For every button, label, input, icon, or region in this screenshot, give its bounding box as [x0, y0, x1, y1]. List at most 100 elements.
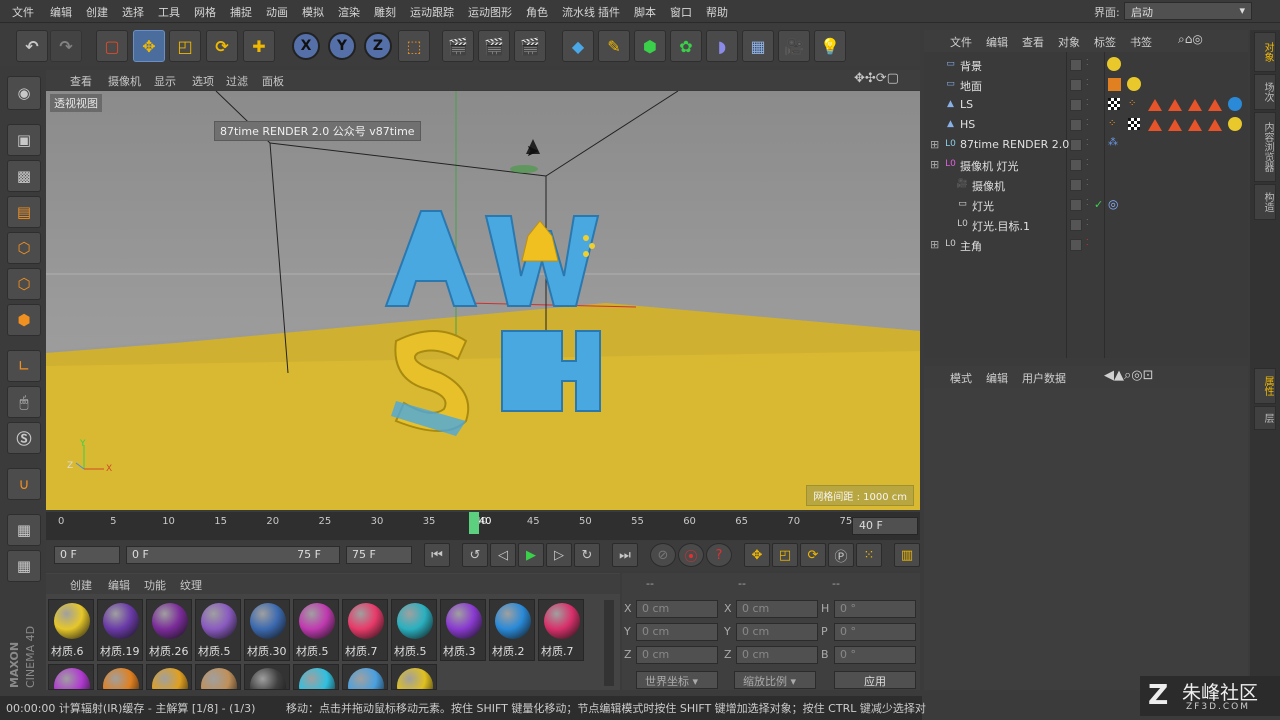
perspective-viewport[interactable]: 透视视图 87time RENDER 2.0 公众号 v87time Y X Z…: [46, 91, 920, 510]
material-tag-icon[interactable]: [1228, 97, 1242, 111]
vp-menu-camera[interactable]: 摄像机: [108, 73, 141, 89]
expand-icon[interactable]: ⊞: [930, 138, 939, 151]
interface-select[interactable]: 启动 ▾: [1124, 2, 1252, 20]
render-view-button[interactable]: 🎬: [442, 30, 474, 62]
menu-item-18[interactable]: 帮助: [706, 4, 728, 20]
material-tag-icon[interactable]: [1127, 77, 1141, 91]
layer-toggle[interactable]: [1070, 59, 1082, 71]
tab-takes[interactable]: 场次: [1254, 74, 1276, 110]
snap-button[interactable]: Ⓢ: [7, 422, 41, 454]
xpresso-tag-icon[interactable]: ⁂: [1108, 137, 1118, 148]
visibility-dots-icon[interactable]: ⁚: [1086, 138, 1089, 147]
phong-tag-icon[interactable]: ⁘: [1108, 118, 1120, 130]
menu-item-17[interactable]: 窗口: [670, 4, 692, 20]
visibility-dots-icon[interactable]: ⁚: [1086, 78, 1089, 87]
polygon-mode-button[interactable]: ⬢: [7, 304, 41, 336]
phong-tag-icon[interactable]: ⁘: [1128, 98, 1140, 110]
mat-menu-edit[interactable]: 编辑: [108, 577, 130, 593]
tab-structure[interactable]: 构造: [1254, 184, 1276, 220]
go-to-start-button[interactable]: ⏮: [424, 543, 450, 567]
frame-range-slider[interactable]: 0 F 75 F: [126, 546, 340, 564]
visibility-dots-icon[interactable]: ⁚: [1086, 198, 1089, 207]
key-position-button[interactable]: ✥: [744, 543, 770, 567]
menu-item-1[interactable]: 编辑: [50, 4, 72, 20]
visibility-dots-icon[interactable]: ⁚: [1086, 178, 1089, 187]
render-settings-button[interactable]: 🎬: [514, 30, 546, 62]
triangle-tag-icon[interactable]: [1168, 99, 1182, 111]
object-row[interactable]: ▭ 灯光 ⁚ ✓: [924, 195, 1248, 215]
material-swatch[interactable]: 材质.5: [391, 599, 437, 661]
x-axis-button[interactable]: X: [292, 32, 320, 60]
visibility-dots-icon[interactable]: ⁚: [1086, 118, 1089, 127]
menu-item-2[interactable]: 创建: [86, 4, 108, 20]
point-mode-button[interactable]: ⬡: [7, 232, 41, 264]
coordinate-system-button[interactable]: ⬚: [398, 30, 430, 62]
subdivision-button[interactable]: ⬢: [634, 30, 666, 62]
pen-tool-button[interactable]: ✎: [598, 30, 630, 62]
layer-toggle[interactable]: [1070, 219, 1082, 231]
menu-item-5[interactable]: 网格: [194, 4, 216, 20]
menu-item-6[interactable]: 捕捉: [230, 4, 252, 20]
layer-toggle[interactable]: [1070, 239, 1082, 251]
camera-button[interactable]: 🎥: [778, 30, 810, 62]
texture-mode-button[interactable]: ▩: [7, 160, 41, 192]
layer-toggle[interactable]: [1070, 139, 1082, 151]
object-row[interactable]: ▭ 地面 ⁚: [924, 75, 1248, 95]
coord-field[interactable]: 0 cm: [736, 600, 818, 618]
coord-field[interactable]: 0 °: [834, 646, 916, 664]
menu-item-15[interactable]: 插件: [598, 4, 620, 20]
material-swatch[interactable]: [391, 664, 437, 690]
magnet-button[interactable]: ∪: [7, 468, 41, 500]
triangle-tag-icon[interactable]: [1188, 119, 1202, 131]
object-row[interactable]: ⊞ L0 87time RENDER 2.0 ⁚: [924, 135, 1248, 155]
layer-toggle[interactable]: [1070, 199, 1082, 211]
target-tag-icon[interactable]: ◎: [1108, 197, 1118, 211]
play-button[interactable]: ▶: [518, 543, 544, 567]
next-key-button[interactable]: ↻: [574, 543, 600, 567]
material-swatch[interactable]: 材质.2: [489, 599, 535, 661]
material-swatch[interactable]: 材质.6: [48, 599, 94, 661]
lock-workplane-button[interactable]: ▦: [7, 514, 41, 546]
key-param-button[interactable]: Ⓟ: [828, 543, 854, 567]
checker-tag-icon[interactable]: [1108, 98, 1120, 110]
attr-menu-mode[interactable]: 模式: [950, 370, 972, 386]
coord-field[interactable]: 0 cm: [636, 646, 718, 664]
menu-item-14[interactable]: 流水线: [562, 4, 595, 20]
key-pla-button[interactable]: ⁙: [856, 543, 882, 567]
menu-item-13[interactable]: 角色: [526, 4, 548, 20]
material-swatch[interactable]: [97, 664, 143, 690]
vp-menu-options[interactable]: 选项: [192, 73, 214, 89]
next-frame-button[interactable]: ▷: [546, 543, 572, 567]
attr-menu-userdata[interactable]: 用户数据: [1022, 370, 1066, 386]
triangle-tag-icon[interactable]: [1148, 119, 1162, 131]
enabled-check-icon[interactable]: ✓: [1094, 198, 1103, 211]
make-editable-button[interactable]: ◉: [7, 76, 41, 110]
mat-menu-function[interactable]: 功能: [144, 577, 166, 593]
visibility-dots-icon[interactable]: ⁚: [1086, 238, 1089, 247]
timeline[interactable]: 0 5 10 15 20 25 30 35 40 45 50 55 60 65 70 75 40: [46, 512, 920, 540]
end-frame-field[interactable]: 75 F: [346, 546, 412, 564]
apply-button[interactable]: 应用: [834, 671, 916, 689]
object-row[interactable]: L0 灯光.目标.1 ⁚: [924, 215, 1248, 235]
menu-item-9[interactable]: 渲染: [338, 4, 360, 20]
key-rotation-button[interactable]: ⟳: [800, 543, 826, 567]
redo-button[interactable]: ↷: [50, 30, 82, 62]
layer-toggle[interactable]: [1070, 159, 1082, 171]
scale-tool-button[interactable]: ◰: [169, 30, 201, 62]
tab-objects[interactable]: 对象: [1254, 32, 1276, 72]
axis-mode-button[interactable]: ∟: [7, 350, 41, 382]
object-row[interactable]: ⊞ L0 摄像机 灯光 ⁚: [924, 155, 1248, 175]
layer-toggle[interactable]: [1070, 99, 1082, 111]
record-keys-button[interactable]: ⊘: [650, 543, 676, 567]
menu-item-0[interactable]: 文件: [12, 4, 34, 20]
menu-item-11[interactable]: 运动跟踪: [410, 4, 454, 20]
coord-field[interactable]: 0 cm: [636, 623, 718, 641]
y-axis-button[interactable]: Y: [328, 32, 356, 60]
coord-field[interactable]: 0 °: [834, 600, 916, 618]
triangle-tag-icon[interactable]: [1208, 119, 1222, 131]
prev-key-button[interactable]: ↺: [462, 543, 488, 567]
model-mode-button[interactable]: ▣: [7, 124, 41, 156]
live-select-button[interactable]: ▢: [96, 30, 128, 62]
obj-menu-edit[interactable]: 编辑: [986, 34, 1008, 50]
prev-frame-button[interactable]: ◁: [490, 543, 516, 567]
